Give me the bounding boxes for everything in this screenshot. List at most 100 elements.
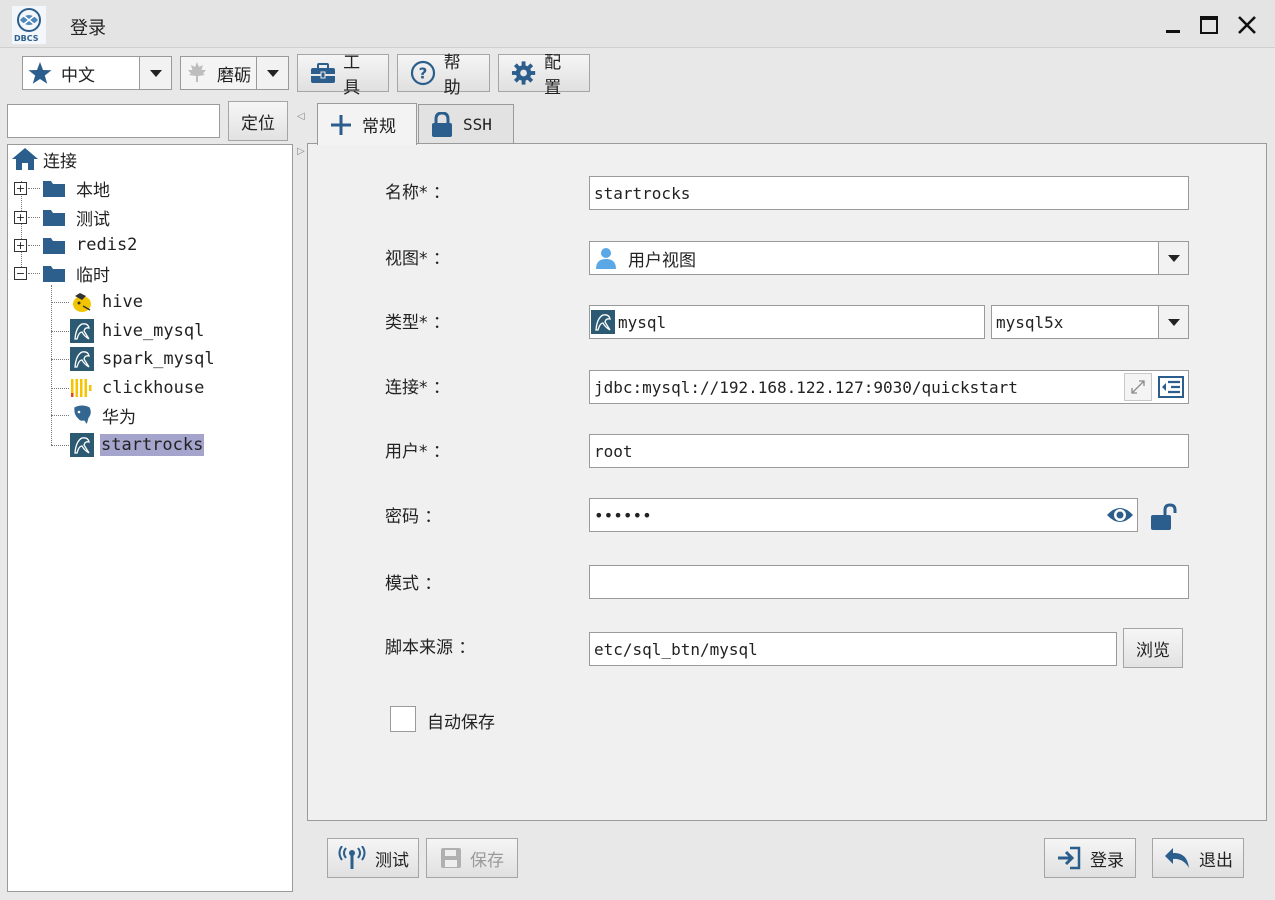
driver-value: mysql5x (996, 312, 1064, 332)
window-title: 登录 (70, 18, 106, 39)
url-params-button[interactable] (1156, 373, 1186, 401)
tree-folder-label: 测试 (76, 209, 110, 230)
tree-folder-redis2[interactable]: + redis2 (14, 232, 137, 258)
tree-connection-selected[interactable]: startrocks (70, 432, 205, 458)
home-icon (12, 148, 38, 170)
chevron-down-icon (1167, 255, 1180, 262)
autosave-label: 自动保存 (427, 713, 495, 733)
tree-connection[interactable]: hive (70, 289, 143, 315)
gear-icon (511, 61, 536, 85)
minimize-icon (1166, 30, 1180, 33)
connection-url-field[interactable]: jdbc:mysql://192.168.122.127:9030/quicks… (589, 370, 1189, 404)
connection-tree: 连接 + 本地 + 测试 + redis2 − 临时 hive hive_mys… (7, 144, 293, 892)
tab-ssh[interactable]: SSH (418, 104, 514, 144)
language-dropdown-arrow[interactable] (139, 57, 171, 89)
maximize-button[interactable] (1194, 10, 1224, 40)
collapse-left-icon[interactable]: ◁ (297, 111, 305, 122)
folder-icon (43, 238, 65, 254)
expand-url-button[interactable] (1124, 373, 1152, 401)
language-select[interactable]: 中文 (22, 56, 172, 90)
save-label: 保存 (470, 850, 504, 871)
exit-button[interactable]: 退出 (1152, 838, 1244, 878)
test-button[interactable]: 测试 (327, 838, 419, 878)
tree-folder-test[interactable]: + 测试 (14, 204, 110, 230)
chevron-down-icon (1167, 319, 1180, 326)
antenna-icon (338, 846, 366, 869)
script-source-label: 脚本来源 ： (385, 638, 476, 658)
maximize-icon (1200, 16, 1218, 34)
tree-connection[interactable]: 华为 (70, 402, 136, 428)
password-field[interactable]: •••••• (589, 498, 1138, 532)
login-label: 登录 (1090, 850, 1124, 871)
toolbox-icon (311, 63, 335, 83)
tree-folder-local[interactable]: + 本地 (14, 175, 110, 201)
expand-icon[interactable]: + (14, 238, 27, 252)
name-field[interactable]: startrocks (589, 176, 1189, 210)
unlock-button[interactable] (1150, 502, 1180, 532)
tree-folder-label: 本地 (76, 180, 110, 201)
chevron-down-icon (266, 70, 279, 77)
tools-button[interactable]: 工具 (297, 53, 389, 98)
view-select[interactable]: 用户视图 (589, 241, 1189, 275)
svg-text:?: ? (419, 65, 428, 83)
user-icon (596, 248, 616, 269)
theme-dropdown-arrow[interactable] (256, 57, 288, 89)
tree-connection[interactable]: spark_mysql (70, 346, 215, 372)
tree-root[interactable]: 连接 (11, 146, 77, 172)
tree-connector (51, 359, 69, 360)
show-password-button[interactable] (1105, 501, 1135, 529)
tab-general[interactable]: 常规 (317, 103, 417, 145)
chevron-down-icon (149, 70, 162, 77)
expand-icon[interactable]: + (14, 210, 27, 224)
type-value: mysql (618, 312, 667, 332)
close-icon (1238, 16, 1256, 34)
driver-select[interactable]: mysql5x (991, 305, 1189, 339)
tree-connector (51, 388, 69, 389)
tree-folder-temp[interactable]: − 临时 (14, 260, 110, 286)
tree-connector (51, 285, 52, 445)
schema-field[interactable] (589, 565, 1189, 599)
tree-connection-label: hive (102, 292, 143, 312)
view-dropdown-arrow[interactable] (1158, 242, 1188, 274)
hive-icon (73, 293, 91, 312)
theme-select[interactable]: 磨砺 (180, 56, 289, 90)
autosave-checkbox[interactable] (390, 706, 416, 732)
type-field[interactable]: mysql (589, 305, 985, 339)
login-button[interactable]: 登录 (1044, 838, 1136, 878)
expand-icon[interactable]: + (14, 181, 27, 195)
password-value: •••••• (594, 505, 652, 525)
app-logo-text: DBCS (14, 34, 39, 43)
collapse-icon[interactable]: − (14, 266, 27, 280)
tree-connection[interactable]: hive_mysql (70, 318, 204, 344)
name-value: startrocks (594, 183, 691, 203)
config-button[interactable]: 配置 (498, 53, 590, 98)
close-button[interactable] (1232, 10, 1262, 40)
locate-button[interactable]: 定位 (228, 101, 288, 141)
save-button[interactable]: 保存 (426, 838, 518, 878)
driver-dropdown-arrow[interactable] (1158, 306, 1188, 338)
tree-root-label: 连接 (43, 151, 77, 172)
browse-button[interactable]: 浏览 (1123, 628, 1183, 668)
locate-input[interactable] (7, 104, 220, 138)
list-indent-icon (1158, 376, 1184, 398)
help-button[interactable]: ? 帮助 (397, 53, 490, 98)
app-logo-icon: DBCS (12, 6, 46, 44)
tree-connection[interactable]: clickhouse (70, 375, 204, 401)
view-value: 用户视图 (628, 250, 696, 271)
postgres-icon (73, 404, 92, 427)
password-label: 密码 ： (385, 507, 442, 527)
script-source-field[interactable]: etc/sql_btn/mysql (589, 632, 1117, 666)
user-field[interactable]: root (589, 434, 1189, 468)
question-circle-icon: ? (410, 60, 436, 86)
title-bar (0, 0, 1275, 48)
expand-arrows-icon (1131, 380, 1145, 394)
tree-connection-label: 华为 (102, 407, 136, 428)
folder-icon (43, 210, 65, 226)
expand-right-icon[interactable]: ▷ (297, 146, 305, 157)
tree-connection-label: spark_mysql (102, 349, 215, 369)
theme-value: 磨砺 (217, 65, 251, 86)
unlock-icon (1151, 503, 1177, 530)
minimize-button[interactable] (1158, 10, 1188, 40)
config-label: 配置 (544, 53, 562, 98)
mysql-icon (70, 319, 94, 343)
